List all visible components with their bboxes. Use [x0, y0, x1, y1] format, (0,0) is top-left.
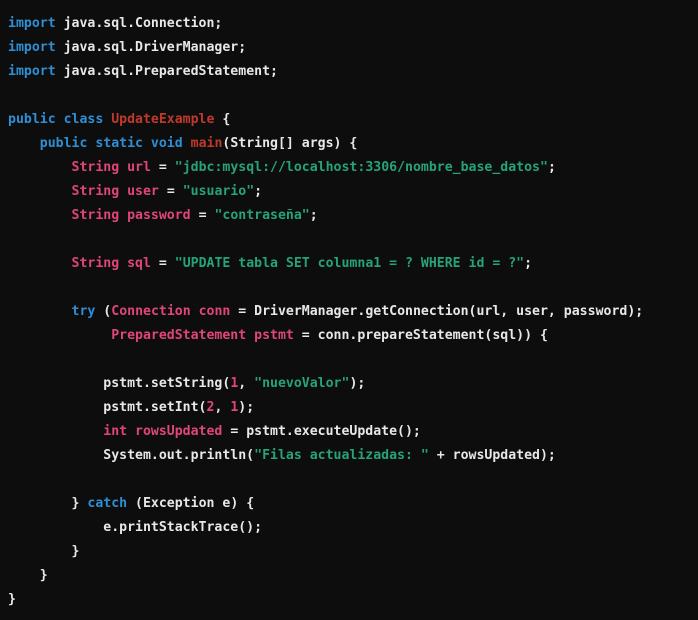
- code-token-type: Connection conn: [111, 304, 231, 319]
- code-token-type: PreparedStatement pstmt: [111, 328, 294, 343]
- code-line: String password = "contraseña";: [8, 204, 698, 228]
- code-token-plain: ,: [214, 400, 231, 415]
- code-token-plain: =: [150, 256, 175, 271]
- code-token-plain: pstmt.setInt(: [8, 400, 207, 415]
- code-token-type: String password: [71, 208, 191, 223]
- code-token-class-name: UpdateExample: [111, 112, 215, 127]
- code-token-string: "usuario": [182, 184, 255, 199]
- code-token-string: "contraseña": [214, 208, 310, 223]
- code-line: import java.sql.DriverManager;: [8, 36, 698, 60]
- code-token-string: "UPDATE tabla SET columna1 = ? WHERE id …: [174, 256, 525, 271]
- code-token-plain: ,: [238, 376, 255, 391]
- code-token-plain: {: [214, 112, 231, 127]
- code-token-type: String user: [71, 184, 159, 199]
- code-token-string: "Filas actualizadas: ": [254, 448, 429, 463]
- code-line: public static void main(String[] args) {: [8, 132, 698, 156]
- code-token-keyword: import: [8, 64, 56, 79]
- code-token-keyword: public static void: [39, 136, 191, 151]
- code-token-plain: java.sql.Connection;: [55, 16, 223, 31]
- code-token-plain: = DriverManager.getConnection(url, user,…: [230, 304, 644, 319]
- code-token-plain: e.printStackTrace();: [8, 520, 263, 535]
- code-editor-surface[interactable]: import java.sql.Connection; import java.s…: [0, 0, 698, 620]
- code-token-plain: java.sql.DriverManager;: [55, 40, 247, 55]
- code-token-keyword: try: [71, 304, 96, 319]
- code-token-plain: java.sql.PreparedStatement;: [55, 64, 278, 79]
- code-line: }: [8, 588, 698, 612]
- code-token-string: "jdbc:mysql://localhost:3306/nombre_base…: [174, 160, 548, 175]
- code-token-plain: System.out.println(: [8, 448, 255, 463]
- code-token-keyword: public class: [8, 112, 112, 127]
- code-line: int rowsUpdated = pstmt.executeUpdate();: [8, 420, 698, 444]
- code-token-plain: =: [190, 208, 215, 223]
- code-line: pstmt.setInt(2, 1);: [8, 396, 698, 420]
- code-token-type: int rowsUpdated: [103, 424, 223, 439]
- code-line: public class UpdateExample {: [8, 108, 698, 132]
- code-token-plain: (: [95, 304, 112, 319]
- code-token-plain: + rowsUpdated);: [428, 448, 556, 463]
- code-token-function: main: [190, 136, 223, 151]
- code-token-plain: );: [238, 400, 255, 415]
- code-token-plain: ;: [524, 256, 533, 271]
- code-token-keyword: catch: [87, 496, 128, 511]
- code-line: PreparedStatement pstmt = conn.prepareSt…: [8, 324, 698, 348]
- code-line: } catch (Exception e) {: [8, 492, 698, 516]
- code-token-plain: ;: [547, 160, 556, 175]
- code-token-type: String url: [71, 160, 151, 175]
- code-token-keyword: import: [8, 16, 56, 31]
- code-token-type: String sql: [71, 256, 151, 271]
- code-line: }: [8, 540, 698, 564]
- code-token-plain: = conn.prepareStatement(sql)) {: [293, 328, 548, 343]
- code-line: pstmt.setString(1, "nuevoValor");: [8, 372, 698, 396]
- code-token-plain: pstmt.setString(: [8, 376, 231, 391]
- code-token-plain: ;: [309, 208, 318, 223]
- code-token-plain: }: [8, 544, 80, 559]
- code-line: }: [8, 564, 698, 588]
- code-token-plain: ;: [254, 184, 263, 199]
- code-line: String user = "usuario";: [8, 180, 698, 204]
- code-token-plain: }: [8, 496, 88, 511]
- code-line: import java.sql.PreparedStatement;: [8, 60, 698, 84]
- code-token-plain: =: [150, 160, 175, 175]
- code-token-plain: }: [8, 568, 48, 583]
- code-token-plain: }: [8, 592, 16, 607]
- code-line: import java.sql.Connection;: [8, 12, 698, 36]
- code-token-keyword: import: [8, 40, 56, 55]
- code-token-plain: );: [349, 376, 366, 391]
- code-line: e.printStackTrace();: [8, 516, 698, 540]
- code-line: String sql = "UPDATE tabla SET columna1 …: [8, 252, 698, 276]
- code-token-plain: (String[] args) {: [222, 136, 358, 151]
- code-line: try (Connection conn = DriverManager.get…: [8, 300, 698, 324]
- code-line: System.out.println("Filas actualizadas: …: [8, 444, 698, 468]
- code-token-plain: (Exception e) {: [127, 496, 255, 511]
- code-token-plain: = pstmt.executeUpdate();: [222, 424, 421, 439]
- code-token-string: "nuevoValor": [254, 376, 350, 391]
- code-line: String url = "jdbc:mysql://localhost:330…: [8, 156, 698, 180]
- code-token-plain: =: [158, 184, 183, 199]
